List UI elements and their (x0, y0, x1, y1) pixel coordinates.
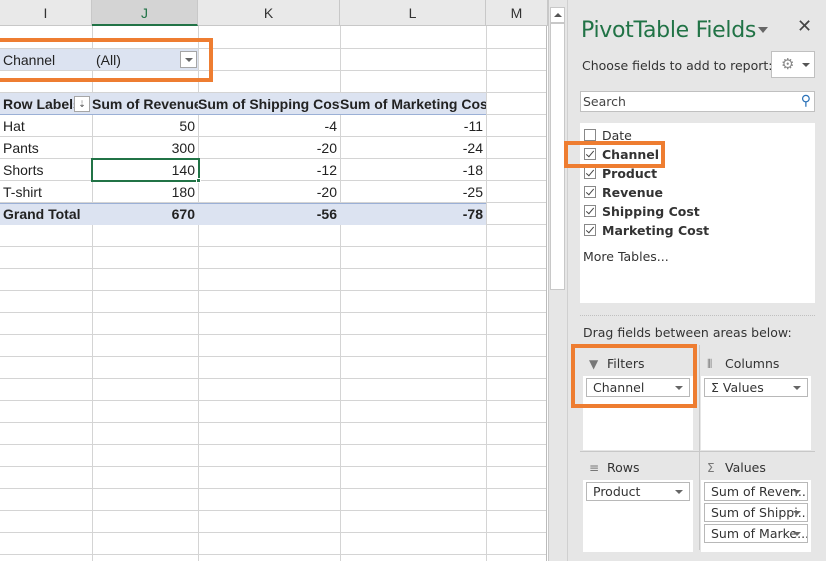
gridline (0, 378, 546, 379)
grand-total-marketing[interactable]: -78 (340, 203, 486, 225)
checkbox[interactable] (584, 186, 596, 198)
gridline (0, 422, 546, 423)
tools-button[interactable]: ⚙ (771, 51, 815, 78)
gridline (0, 356, 546, 357)
marketing-value[interactable]: -25 (340, 181, 486, 203)
spreadsheet-grid[interactable]: I J K L M Channel (All) Row Labels ⇣ Sum… (0, 0, 548, 561)
pivot-header-revenue: Sum of Revenue (92, 96, 198, 112)
gridline (0, 400, 546, 401)
search-icon[interactable]: ⚲ (801, 92, 811, 109)
rows-chip-product[interactable]: Product (586, 482, 690, 501)
highlight-box-filter (0, 38, 213, 82)
pane-title: PivotTable Fields (581, 18, 757, 43)
gridline (486, 26, 487, 561)
gridline (0, 268, 546, 269)
row-labels-filter-sort-button[interactable]: ⇣ (74, 96, 90, 112)
checkbox[interactable] (584, 167, 596, 179)
scroll-thumb[interactable] (550, 23, 565, 290)
vertical-scrollbar[interactable] (548, 0, 567, 561)
divider (699, 345, 700, 550)
columns-icon: ⦀ (707, 357, 713, 371)
close-icon[interactable]: ✕ (797, 16, 812, 37)
column-header-j[interactable]: J (92, 0, 198, 26)
drag-fields-label: Drag fields between areas below: (583, 325, 792, 340)
values-chip-revenue[interactable]: Sum of Reven... (704, 482, 808, 501)
sigma-icon: Σ (707, 461, 715, 475)
pivot-header-marketing: Sum of Marketing Cost (340, 96, 486, 112)
checkbox[interactable] (584, 205, 596, 217)
columns-area[interactable]: ⦀ Columns Σ Values (701, 352, 811, 450)
values-chip-shipping[interactable]: Sum of Shippi... (704, 503, 808, 522)
grand-total-shipping[interactable]: -56 (198, 203, 340, 225)
row-label[interactable]: T-shirt (3, 181, 91, 203)
scroll-up-button[interactable] (550, 7, 565, 23)
pane-options-chevron-icon[interactable] (758, 27, 768, 33)
active-cell-border (91, 158, 200, 182)
sort-filter-icon: ⇣ (78, 99, 86, 109)
rows-area-label: Rows (607, 460, 640, 475)
column-header-l[interactable]: L (340, 0, 486, 26)
chevron-down-icon (802, 63, 810, 67)
values-area[interactable]: Σ Values Sum of Reven... Sum of Shippi...… (701, 456, 811, 552)
gridline (0, 510, 546, 511)
field-search-box[interactable]: ⚲ (580, 91, 815, 112)
shipping-value[interactable]: -4 (198, 115, 340, 137)
shipping-value[interactable]: -20 (198, 137, 340, 159)
marketing-value[interactable]: -18 (340, 159, 486, 181)
gridline (0, 554, 546, 555)
search-input[interactable] (581, 92, 791, 111)
field-label: Revenue (602, 185, 664, 200)
columns-area-label: Columns (725, 356, 780, 371)
field-item-revenue[interactable]: Revenue (584, 183, 663, 202)
column-header-k[interactable]: K (198, 0, 340, 26)
gridline (0, 290, 546, 291)
grand-total-revenue[interactable]: 670 (92, 203, 198, 225)
revenue-value[interactable]: 50 (92, 115, 198, 137)
row-label[interactable]: Pants (3, 137, 91, 159)
more-tables-link[interactable]: More Tables... (583, 249, 669, 264)
highlight-box-filters-area (571, 344, 697, 408)
field-label: Marketing Cost (602, 223, 710, 238)
marketing-value[interactable]: -11 (340, 115, 486, 137)
field-label: Product (602, 166, 658, 181)
shipping-value[interactable]: -12 (198, 159, 340, 181)
pivottable-fields-pane: PivotTable Fields ✕ Choose fields to add… (564, 0, 826, 561)
values-chip-marketing[interactable]: Sum of Marke... (704, 524, 808, 543)
gridline (0, 532, 546, 533)
divider (580, 315, 815, 316)
rows-icon: ≡ (589, 461, 600, 475)
field-item-marketing-cost[interactable]: Marketing Cost (584, 221, 709, 240)
gridline (0, 246, 546, 247)
field-item-shipping-cost[interactable]: Shipping Cost (584, 202, 700, 221)
checkbox[interactable] (584, 224, 596, 236)
fill-handle[interactable] (196, 178, 201, 183)
row-label[interactable]: Shorts (3, 159, 91, 181)
gridline (0, 444, 546, 445)
gridline (546, 26, 547, 561)
choose-fields-label: Choose fields to add to report: (582, 58, 773, 73)
column-header-m[interactable]: M (486, 0, 548, 26)
gear-icon: ⚙ (781, 56, 795, 73)
gridline (0, 334, 546, 335)
gridline (0, 488, 546, 489)
row-label[interactable]: Hat (3, 115, 91, 137)
grand-total-label[interactable]: Grand Total (3, 203, 91, 225)
checkbox[interactable] (584, 129, 596, 141)
values-area-label: Values (725, 460, 766, 475)
column-header-i[interactable]: I (0, 0, 92, 26)
revenue-value[interactable]: 300 (92, 137, 198, 159)
highlight-box-channel-field (564, 141, 665, 168)
columns-chip-values[interactable]: Σ Values (704, 378, 808, 397)
gridline (0, 466, 546, 467)
revenue-value[interactable]: 180 (92, 181, 198, 203)
pivot-header-shipping: Sum of Shipping Cost (198, 96, 340, 112)
divider (580, 451, 815, 452)
gridline (0, 312, 546, 313)
field-label: Shipping Cost (602, 204, 700, 219)
marketing-value[interactable]: -24 (340, 137, 486, 159)
rows-area[interactable]: ≡ Rows Product (583, 456, 693, 552)
shipping-value[interactable]: -20 (198, 181, 340, 203)
